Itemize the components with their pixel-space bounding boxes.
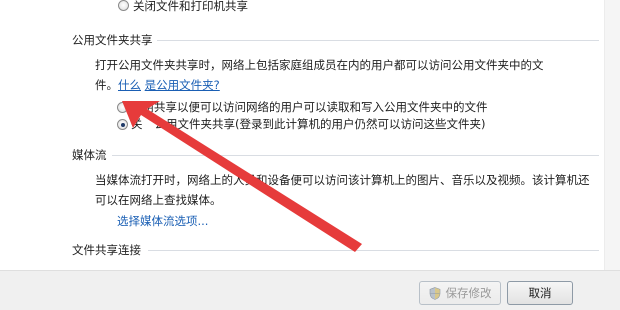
- what-is-public-folder-link-part2[interactable]: 是公用文件夹?: [145, 78, 220, 92]
- label-turn-off-rest: 公用文件夹共享(登录到此计算机的用户仍然可以访问这些文件夹): [154, 117, 486, 131]
- what-is-public-folder-link-part1[interactable]: 什么: [118, 78, 141, 92]
- section-divider: [148, 250, 599, 251]
- radio-turn-off-public-sharing[interactable]: [117, 119, 128, 130]
- media-streaming-options-link[interactable]: 选择媒体流选项...: [117, 213, 208, 229]
- save-changes-button[interactable]: 保存修改: [419, 281, 501, 305]
- section-title-file-sharing-connections: 文件共享连接: [72, 243, 141, 257]
- radio-turn-on-public-sharing[interactable]: [117, 102, 128, 113]
- save-changes-label: 保存修改: [445, 286, 492, 300]
- cancel-button[interactable]: 取消: [507, 281, 573, 305]
- uac-shield-icon: [429, 286, 440, 300]
- section-divider: [112, 155, 599, 156]
- section-title-public-folder-sharing: 公用文件夹共享: [72, 33, 153, 47]
- vertical-scrollbar[interactable]: [604, 0, 620, 270]
- section-divider: [157, 40, 599, 41]
- label-turn-on-public-sharing[interactable]: 启用共享以便可以访问网络的用户可以读取和写入公用文件夹中的文件: [131, 99, 488, 115]
- media-streaming-description-line1: 当媒体流打开时，网络上的人员和设备便可以访问该计算机上的图片、音乐以及视频。该计…: [95, 173, 590, 187]
- media-streaming-description: 当媒体流打开时，网络上的人员和设备便可以访问该计算机上的图片、音乐以及视频。该计…: [95, 170, 595, 210]
- cancel-label: 取消: [528, 286, 552, 300]
- label-turn-off-file-printer-sharing: 关闭文件和打印机共享: [133, 0, 248, 13]
- label-turn-off-public-sharing[interactable]: 关公用文件夹共享(登录到此计算机的用户仍然可以访问这些文件夹): [131, 116, 485, 132]
- section-title-media-streaming: 媒体流: [72, 148, 107, 162]
- public-folder-description: 打开公用文件夹共享时，网络上包括家庭组成员在内的用户都可以访问公用文件夹中的文件…: [95, 55, 555, 95]
- media-streaming-description-line2: 可以在网络上查找媒体。: [95, 193, 222, 207]
- label-turn-off-prefix: 关: [131, 117, 143, 131]
- radio-turn-off-file-printer-sharing[interactable]: [118, 0, 129, 11]
